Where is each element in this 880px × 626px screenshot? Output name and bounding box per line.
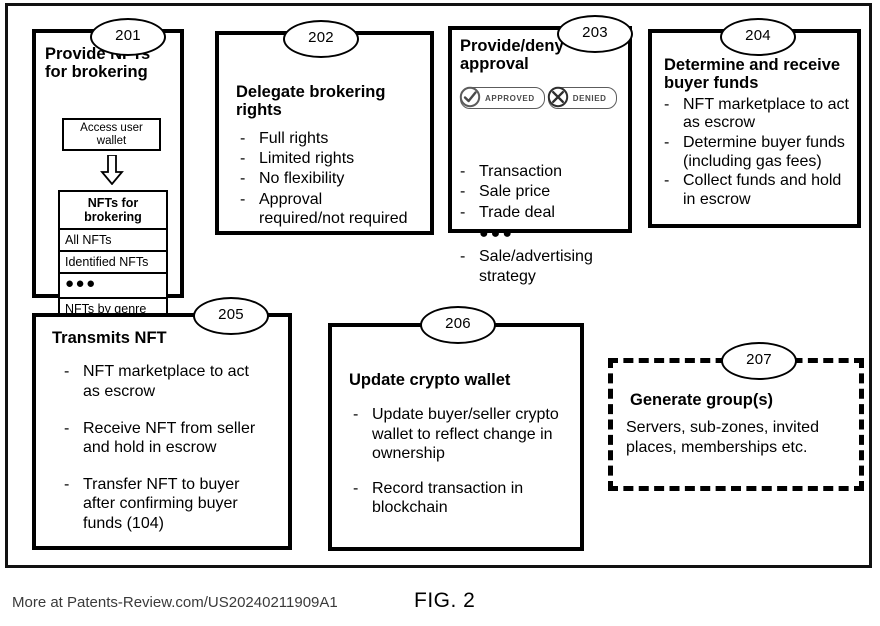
- list-item-text: Full rights: [259, 129, 329, 147]
- box-202-title: Delegate brokering rights: [236, 83, 386, 120]
- footer-credit: More at Patents-Review.com/US20240211909…: [12, 594, 338, 611]
- callout-203: 203: [557, 15, 633, 53]
- list-item: - Approval required/not required: [238, 190, 430, 228]
- dash-bullet: -: [664, 95, 670, 113]
- box-206-list: - Update buyer/seller crypto wallet to re…: [351, 405, 580, 517]
- box-207-title: Generate group(s): [630, 391, 774, 409]
- dash-bullet: -: [460, 183, 466, 201]
- list-item: - Transfer NFT to buyer after confirming …: [62, 475, 288, 533]
- list-item: - Collect funds and hold in escrow: [662, 172, 857, 209]
- dash-bullet: -: [460, 203, 466, 221]
- dash-bullet: -: [460, 162, 466, 180]
- dash-bullet: -: [64, 476, 70, 494]
- list-item: - NFT marketplace to act as escrow: [62, 362, 288, 400]
- box-207-body: Servers, sub-zones, invited places, memb…: [626, 419, 819, 456]
- list-item-text: Determine buyer funds (including gas fee…: [683, 134, 845, 170]
- list-item-text: NFT marketplace to act as escrow: [683, 95, 849, 132]
- process-box-205: Transmits NFT - NFT marketplace to act as…: [32, 313, 292, 550]
- dash-bullet: -: [664, 134, 670, 152]
- box-202-list: - Full rights - Limited rights - No flexibi…: [238, 129, 430, 228]
- list-item-text: Update buyer/seller crypto wallet to ref…: [372, 406, 559, 462]
- list-item-ellipsis: ●●●: [479, 225, 514, 243]
- down-arrow-icon: [100, 155, 124, 185]
- list-item-text: Limited rights: [259, 150, 355, 168]
- box-206-title: Update crypto wallet: [349, 371, 511, 389]
- callout-205: 205: [193, 297, 269, 335]
- list-item: - Determine buyer funds (including gas fe…: [662, 134, 857, 171]
- dash-bullet: -: [240, 150, 246, 168]
- list-item: - Limited rights: [238, 149, 430, 168]
- list-item-text: NFT marketplace to act as escrow: [83, 363, 249, 400]
- box-205-title: Transmits NFT: [52, 329, 167, 347]
- denied-badge-label: DENIED: [572, 93, 607, 103]
- list-item-text: Sale price: [479, 183, 551, 201]
- figure-label: FIG. 2: [414, 589, 476, 612]
- figure-frame: Provide NFTs for brokering Access user w…: [5, 3, 872, 568]
- dash-bullet: -: [240, 190, 246, 208]
- list-item: - NFT marketplace to act as escrow: [662, 96, 857, 133]
- list-item: - Trade deal: [458, 203, 628, 223]
- access-user-wallet-subbox: Access user wallet: [62, 118, 161, 151]
- list-item-text: Record transaction in blockchain: [372, 480, 524, 517]
- list-item: - Sale/advertising strategy: [458, 247, 628, 286]
- table-row: Identified NFTs: [60, 252, 166, 274]
- list-item-text: No flexibility: [259, 170, 345, 188]
- dash-bullet: -: [240, 170, 246, 188]
- nfts-for-brokering-table: NFTs for brokering All NFTs Identified N…: [58, 190, 168, 321]
- box-203-list: - Transaction - Sale price - Trade deal ●●●…: [458, 162, 628, 286]
- table-header: NFTs for brokering: [60, 192, 166, 230]
- approved-badge[interactable]: APPROVED: [459, 86, 545, 109]
- process-box-201: Provide NFTs for brokering Access user w…: [32, 29, 184, 321]
- x-circle-icon: [547, 86, 568, 108]
- process-box-202: Delegate brokering rights - Full rights -…: [215, 31, 434, 235]
- dash-bullet: -: [240, 129, 246, 147]
- list-item-text: Collect funds and hold in escrow: [683, 172, 842, 208]
- dash-bullet: -: [353, 406, 359, 424]
- process-box-207: Generate group(s) Servers, sub-zones, in…: [608, 358, 864, 491]
- list-item-text: Transaction: [479, 162, 562, 180]
- callout-201: 201: [90, 18, 166, 56]
- dash-bullet: -: [460, 248, 466, 265]
- dash-bullet: -: [64, 363, 70, 381]
- list-item: - Update buyer/seller crypto wallet to re…: [351, 405, 580, 463]
- process-box-204: Determine and receive buyer funds - NFT m…: [648, 29, 861, 228]
- dash-bullet: -: [353, 480, 359, 498]
- dash-bullet: -: [664, 172, 670, 190]
- box-204-list: - NFT marketplace to act as escrow - Deter…: [662, 96, 857, 209]
- list-item-text: Approval required/not required: [259, 190, 408, 227]
- list-item: - Record transaction in blockchain: [351, 479, 580, 517]
- check-circle-icon: [459, 86, 481, 108]
- box-204-title: Determine and receive buyer funds: [664, 56, 841, 93]
- callout-204: 204: [720, 18, 796, 56]
- process-box-203: Provide/deny approval APPROVED DENIED -T…: [448, 26, 632, 285]
- list-item: - Full rights: [238, 129, 430, 148]
- list-item: - No flexibility: [238, 169, 430, 188]
- callout-202: 202: [283, 20, 359, 58]
- denied-badge[interactable]: DENIED: [547, 86, 617, 109]
- list-item-text: Receive NFT from seller and hold in escr…: [83, 419, 256, 457]
- table-row-ellipsis: ●●●: [60, 274, 166, 299]
- list-item-text: Sale/advertising strategy: [479, 248, 593, 285]
- list-item-text: Trade deal: [479, 203, 555, 221]
- list-item: - Sale price: [458, 182, 628, 202]
- list-item-text: Transfer NFT to buyer after confirming b…: [83, 476, 240, 532]
- box-205-list: - NFT marketplace to act as escrow - Recei…: [62, 362, 288, 532]
- dash-bullet: -: [64, 419, 70, 437]
- callout-207: 207: [721, 342, 797, 380]
- callout-206: 206: [420, 306, 496, 344]
- approval-badges: APPROVED DENIED: [459, 86, 617, 109]
- list-item: - Transaction: [458, 162, 628, 182]
- table-row: All NFTs: [60, 230, 166, 252]
- approved-badge-label: APPROVED: [485, 93, 535, 103]
- process-box-206: Update crypto wallet - Update buyer/selle…: [328, 323, 584, 551]
- list-item: - Receive NFT from seller and hold in esc…: [62, 419, 288, 457]
